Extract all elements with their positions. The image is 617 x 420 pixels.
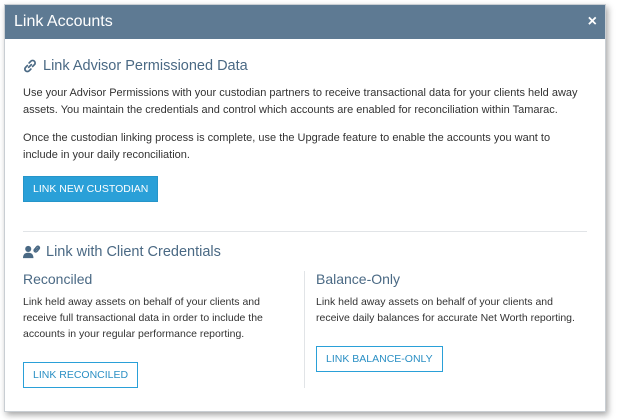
- link-balance-only-button[interactable]: LINK BALANCE-ONLY: [316, 346, 443, 372]
- close-icon[interactable]: ×: [588, 14, 597, 30]
- advisor-paragraph-1: Use your Advisor Permissions with your c…: [23, 87, 578, 116]
- advisor-heading-text: Link Advisor Permissioned Data: [43, 58, 248, 74]
- dialog-titlebar: Link Accounts ×: [5, 5, 605, 39]
- advisor-paragraph-2: Once the custodian linking process is co…: [23, 132, 551, 161]
- dialog-body: Link Advisor Permissioned Data Use your …: [5, 58, 605, 388]
- reconciled-title: Reconciled: [23, 271, 93, 287]
- balance-only-title: Balance-Only: [316, 271, 401, 287]
- balance-only-description: Link held away assets on behalf of your …: [316, 296, 575, 324]
- link-icon: [24, 59, 36, 73]
- balance-only-column: Balance-Only Link held away assets on be…: [305, 271, 587, 388]
- advisor-section-heading: Link Advisor Permissioned Data: [23, 58, 587, 74]
- link-accounts-dialog: Link Accounts × Link Advisor Permissione…: [4, 4, 606, 412]
- section-divider: [23, 231, 587, 232]
- client-heading-text: Link with Client Credentials: [46, 244, 221, 260]
- link-new-custodian-button[interactable]: LINK NEW CUSTODIAN: [23, 176, 159, 202]
- client-options: Reconciled Link held away assets on beha…: [23, 271, 587, 388]
- link-reconciled-button[interactable]: LINK RECONCILED: [23, 362, 139, 388]
- dialog-title: Link Accounts: [14, 13, 113, 30]
- reconciled-column: Reconciled Link held away assets on beha…: [23, 271, 305, 388]
- reconciled-description: Link held away assets on behalf of your …: [23, 296, 263, 340]
- user-link-icon: [23, 245, 41, 259]
- client-section-heading: Link with Client Credentials: [23, 244, 587, 260]
